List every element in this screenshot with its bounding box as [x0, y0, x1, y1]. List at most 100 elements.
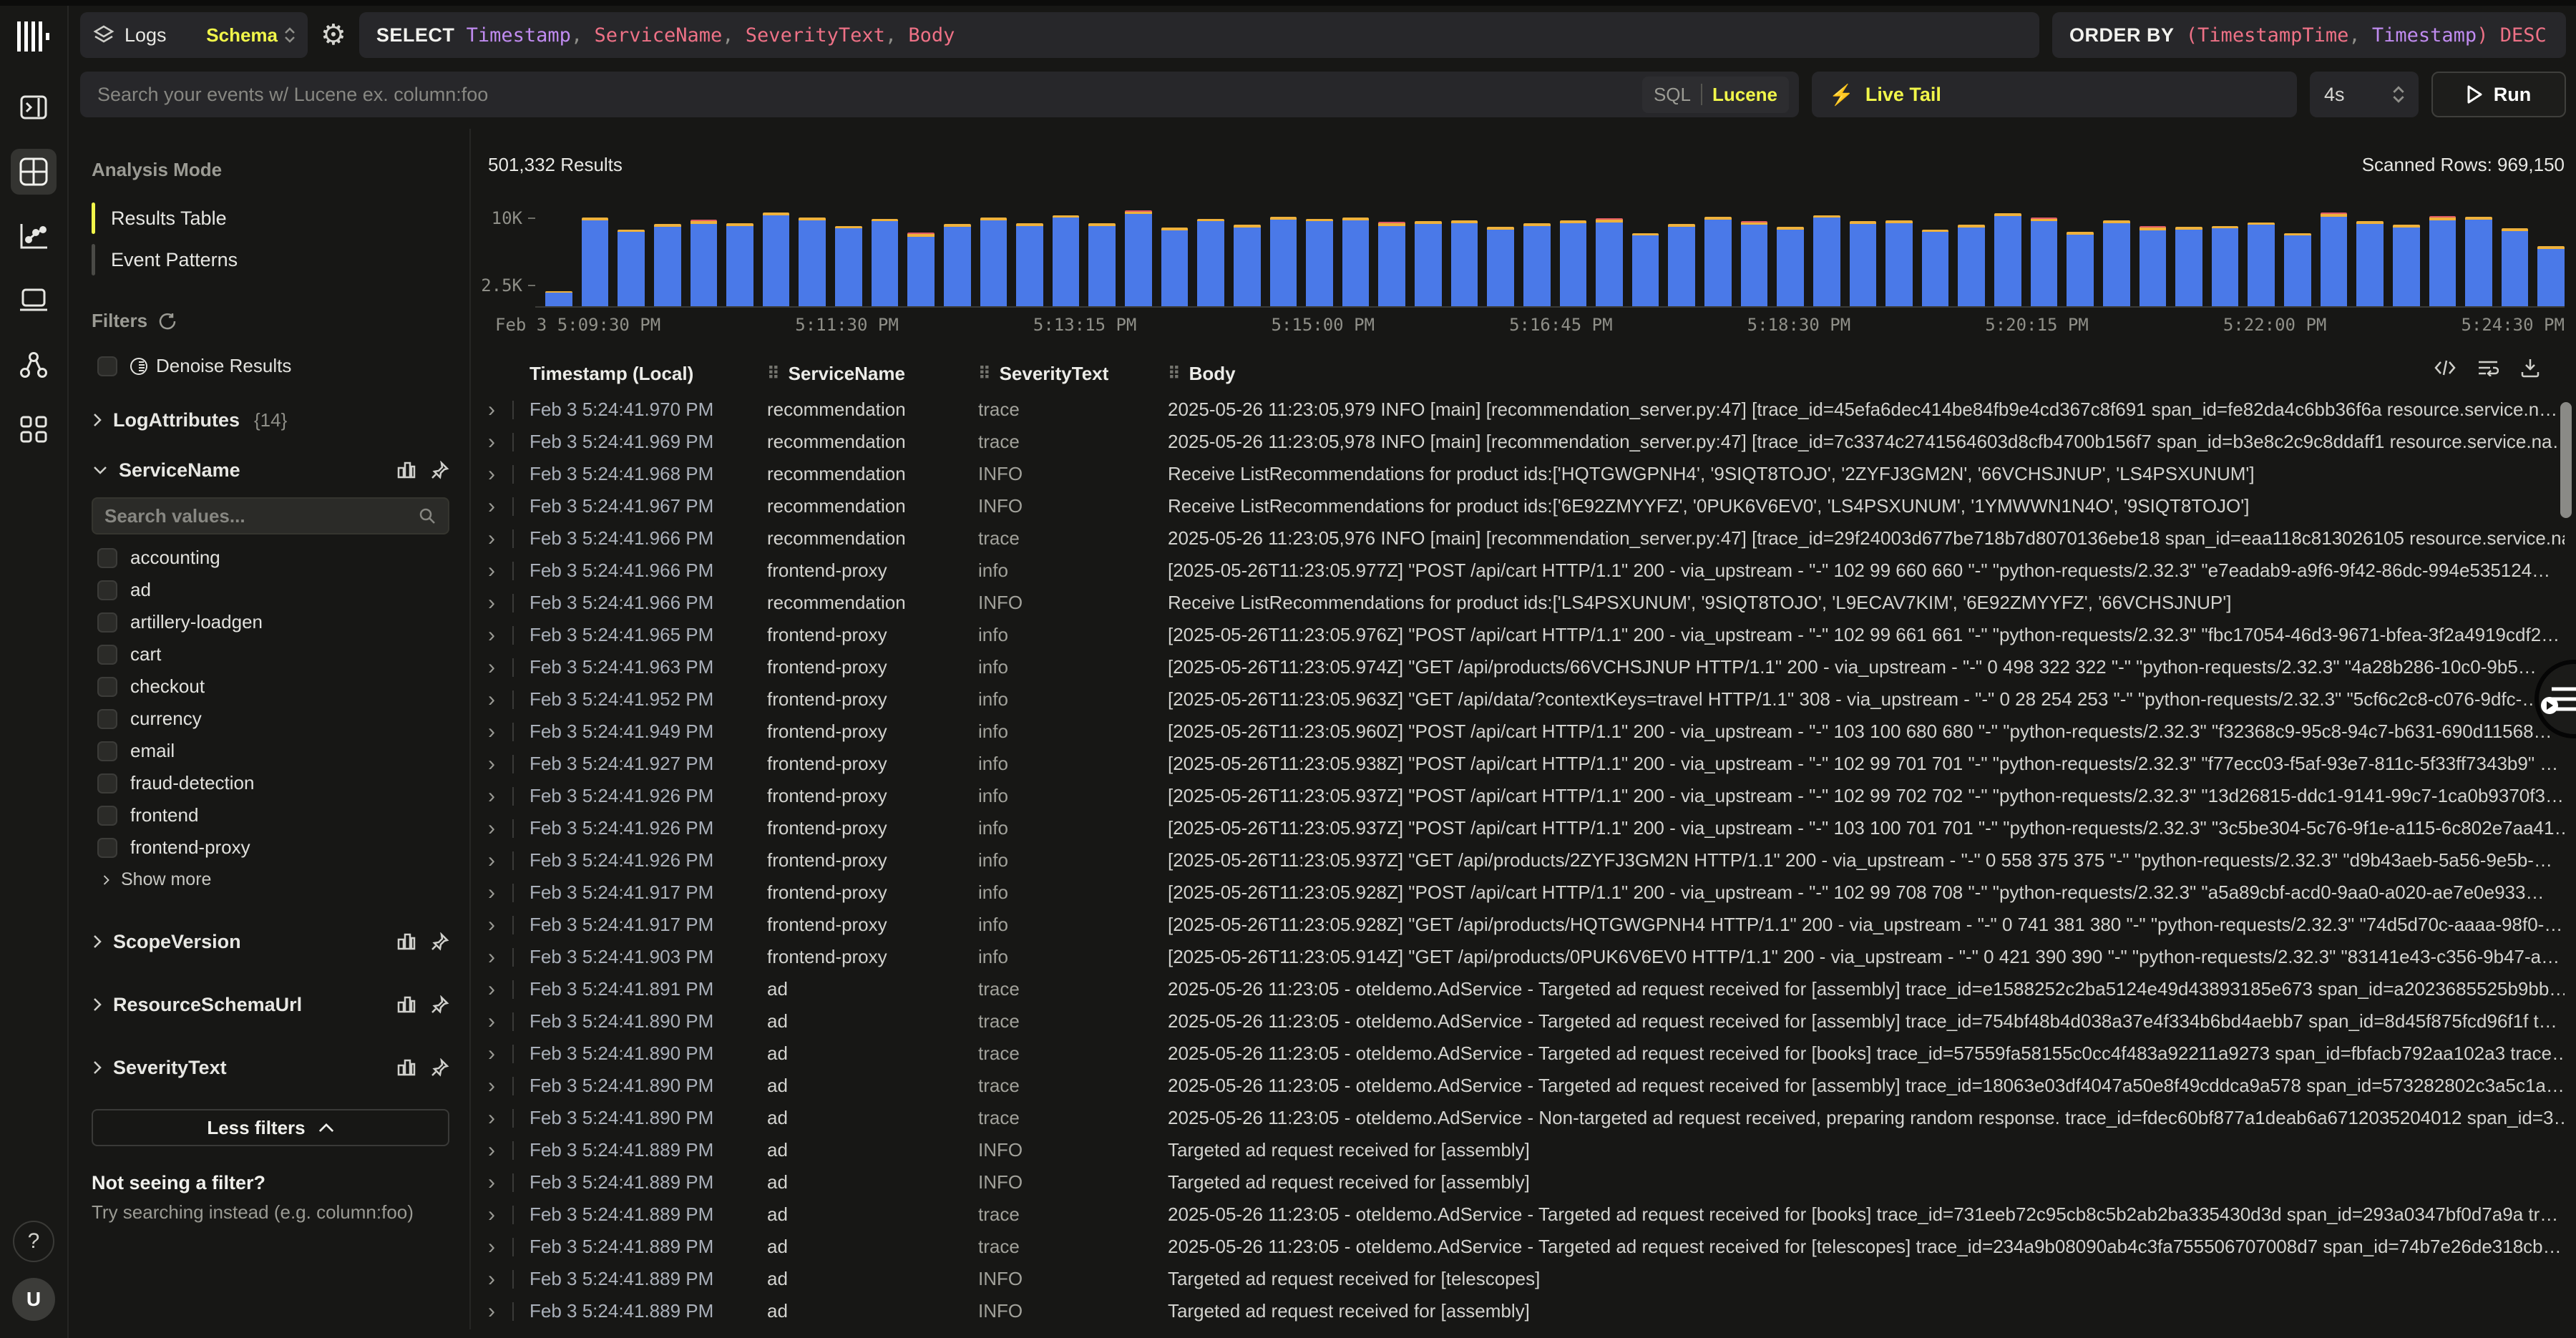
- service-filter-value[interactable]: artillery-loadgen: [92, 606, 449, 638]
- chart-explorer-icon[interactable]: [11, 213, 57, 259]
- histogram-bar[interactable]: [1270, 217, 1297, 306]
- histogram-bar[interactable]: [2393, 225, 2420, 306]
- bar-chart-icon[interactable]: [396, 932, 416, 951]
- bar-chart-icon[interactable]: [396, 461, 416, 479]
- refresh-interval-select[interactable]: 4s: [2310, 72, 2419, 117]
- histogram-bar[interactable]: [1161, 228, 1189, 306]
- histogram-bar[interactable]: [1487, 227, 1514, 306]
- histogram-bar[interactable]: [1813, 215, 1840, 307]
- source-select[interactable]: Logs Schema: [80, 12, 308, 58]
- table-row[interactable]: › Feb 3 5:24:41.969 PM recommendation tr…: [488, 426, 2565, 458]
- service-filter-value[interactable]: currency: [92, 703, 449, 735]
- expand-chevron-icon[interactable]: ›: [488, 1075, 512, 1097]
- column-header-servicename[interactable]: ⠿ServiceName: [767, 363, 978, 385]
- drag-grip-icon[interactable]: ⠿: [1168, 363, 1181, 384]
- table-row[interactable]: › Feb 3 5:24:41.970 PM recommendation tr…: [488, 394, 2565, 426]
- histogram-bar[interactable]: [2175, 227, 2202, 306]
- expand-chevron-icon[interactable]: ›: [488, 592, 512, 614]
- expand-chevron-icon[interactable]: ›: [488, 1236, 512, 1258]
- expand-chevron-icon[interactable]: ›: [488, 1140, 512, 1161]
- expand-chevron-icon[interactable]: ›: [488, 1301, 512, 1322]
- checkbox[interactable]: [97, 773, 117, 793]
- gear-icon[interactable]: ⚙: [321, 21, 346, 49]
- table-row[interactable]: › Feb 3 5:24:41.890 PM ad trace 2025-05-…: [488, 1037, 2565, 1070]
- expand-chevron-icon[interactable]: ›: [488, 786, 512, 807]
- filter-group-logattributes[interactable]: LogAttributes {14}: [92, 403, 449, 437]
- histogram-bar[interactable]: [2502, 228, 2529, 306]
- bar-chart-icon[interactable]: [396, 1058, 416, 1077]
- histogram-bar[interactable]: [1523, 223, 1551, 306]
- mode-event-patterns[interactable]: Event Patterns: [92, 241, 449, 278]
- pin-icon[interactable]: [431, 461, 449, 479]
- table-row[interactable]: › Feb 3 5:24:41.966 PM recommendation IN…: [488, 587, 2565, 619]
- histogram-bar[interactable]: [2284, 233, 2311, 307]
- histogram-bar[interactable]: [1704, 217, 1732, 306]
- mode-results-table[interactable]: Results Table: [92, 200, 449, 237]
- denoise-results-toggle[interactable]: Denoise Results: [92, 349, 449, 383]
- table-row[interactable]: › Feb 3 5:24:41.889 PM ad INFO Targeted …: [488, 1263, 2565, 1295]
- refresh-icon[interactable]: [157, 312, 176, 331]
- table-row[interactable]: › Feb 3 5:24:41.965 PM frontend-proxy in…: [488, 619, 2565, 651]
- search-input[interactable]: [97, 84, 1642, 106]
- checkbox[interactable]: [97, 806, 117, 826]
- histogram-bar[interactable]: [2465, 217, 2492, 306]
- expand-chevron-icon[interactable]: ›: [488, 528, 512, 550]
- expand-chevron-icon[interactable]: ›: [488, 399, 512, 421]
- expand-chevron-icon[interactable]: ›: [488, 1204, 512, 1226]
- table-row[interactable]: › Feb 3 5:24:41.890 PM ad trace 2025-05-…: [488, 1005, 2565, 1037]
- search-bar[interactable]: SQL Lucene: [80, 72, 1799, 117]
- histogram-bar[interactable]: [835, 226, 862, 307]
- service-filter-value[interactable]: frontend-proxy: [92, 831, 449, 864]
- table-row[interactable]: › Feb 3 5:24:41.926 PM frontend-proxy in…: [488, 812, 2565, 844]
- histogram-bar[interactable]: [1053, 215, 1080, 307]
- expand-chevron-icon[interactable]: ›: [488, 625, 512, 646]
- column-header-timestamp[interactable]: Timestamp (Local): [530, 363, 767, 385]
- expand-chevron-icon[interactable]: ›: [488, 1011, 512, 1032]
- denoise-checkbox[interactable]: [97, 356, 117, 376]
- histogram-bar[interactable]: [1850, 221, 1877, 306]
- histogram-bar[interactable]: [582, 218, 609, 306]
- table-row[interactable]: › Feb 3 5:24:41.917 PM frontend-proxy in…: [488, 909, 2565, 941]
- histogram-bar[interactable]: [691, 220, 718, 306]
- expand-chevron-icon[interactable]: ›: [488, 689, 512, 710]
- expand-chevron-icon[interactable]: ›: [488, 1108, 512, 1129]
- schema-select[interactable]: Schema: [206, 24, 295, 47]
- histogram-bar[interactable]: [726, 223, 753, 306]
- service-map-icon[interactable]: [11, 342, 57, 388]
- client-monitoring-icon[interactable]: [11, 278, 57, 323]
- histogram-bar[interactable]: [2248, 223, 2275, 307]
- histogram-bar[interactable]: [1885, 220, 1913, 306]
- expand-chevron-icon[interactable]: ›: [488, 947, 512, 968]
- table-row[interactable]: › Feb 3 5:24:41.889 PM ad trace 2025-05-…: [488, 1231, 2565, 1263]
- histogram-bar[interactable]: [2429, 216, 2457, 306]
- table-row[interactable]: › Feb 3 5:24:41.968 PM recommendation IN…: [488, 458, 2565, 490]
- histogram-bar[interactable]: [872, 219, 899, 307]
- table-row[interactable]: › Feb 3 5:24:41.967 PM recommendation IN…: [488, 490, 2565, 522]
- run-button[interactable]: Run: [2431, 72, 2566, 117]
- table-row[interactable]: › Feb 3 5:24:41.966 PM frontend-proxy in…: [488, 555, 2565, 587]
- histogram-bar[interactable]: [2067, 232, 2094, 306]
- checkbox[interactable]: [97, 709, 117, 729]
- histogram-bar[interactable]: [1777, 227, 1804, 306]
- column-header-severitytext[interactable]: ⠿SeverityText: [978, 363, 1168, 385]
- histogram-bar[interactable]: [1342, 218, 1370, 306]
- expand-chevron-icon[interactable]: ›: [488, 431, 512, 453]
- drag-grip-icon[interactable]: ⠿: [978, 363, 991, 384]
- rail-item-search-active[interactable]: [11, 149, 57, 195]
- sql-option[interactable]: SQL: [1654, 84, 1691, 106]
- user-avatar[interactable]: U: [12, 1278, 55, 1321]
- checkbox[interactable]: [97, 612, 117, 633]
- checkbox[interactable]: [97, 645, 117, 665]
- show-more-button[interactable]: Show more: [92, 864, 449, 896]
- download-icon[interactable]: [2520, 358, 2540, 378]
- live-tail-button[interactable]: ⚡ Live Tail: [1812, 72, 2297, 117]
- histogram-bar[interactable]: [2537, 246, 2565, 306]
- histogram-bar[interactable]: [1415, 221, 1442, 306]
- histogram-bar[interactable]: [1088, 223, 1116, 306]
- pin-icon[interactable]: [431, 932, 449, 951]
- expand-chevron-icon[interactable]: ›: [488, 1043, 512, 1065]
- histogram-bar[interactable]: [1994, 213, 2021, 306]
- histogram-bar[interactable]: [1958, 225, 1985, 306]
- expand-chevron-icon[interactable]: ›: [488, 496, 512, 517]
- less-filters-button[interactable]: Less filters: [92, 1109, 449, 1146]
